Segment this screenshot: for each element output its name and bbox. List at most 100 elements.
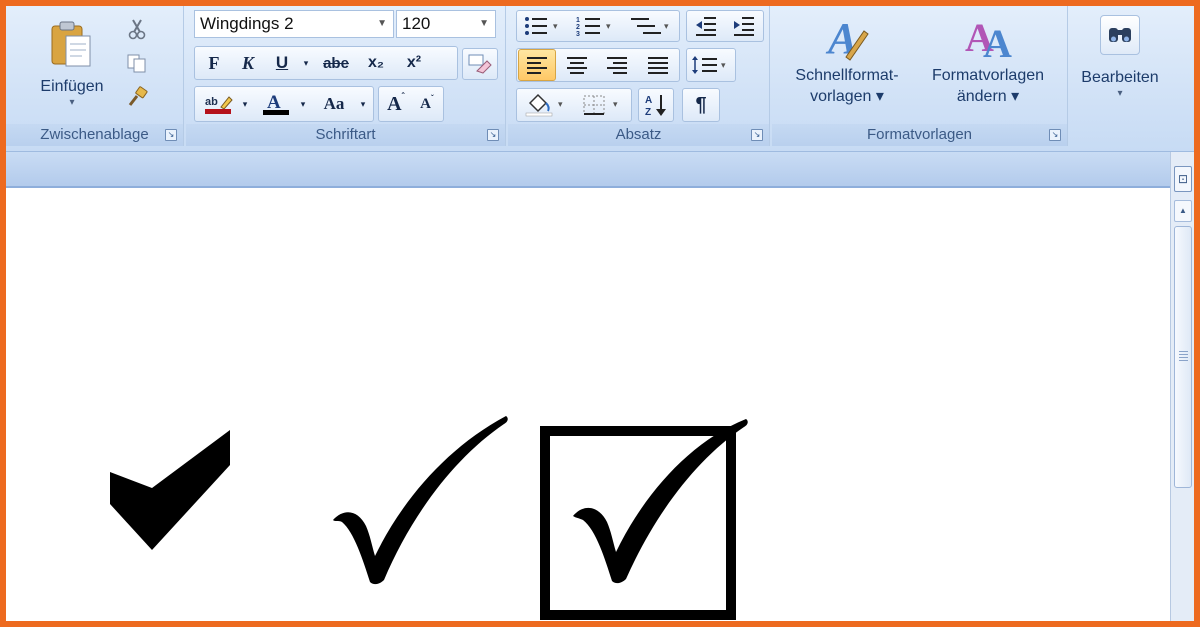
cut-button[interactable] — [120, 14, 154, 44]
paste-button[interactable]: Einfügen ▾ — [24, 10, 120, 116]
font-group: Wingdings 2 ▼ 120 ▼ F K U ▾ abe x₂ x² ab… — [186, 6, 506, 146]
align-left-icon — [527, 57, 547, 74]
grip-line — [1179, 354, 1188, 355]
highlighter-icon: ab — [205, 96, 233, 114]
change-styles-label-line2: ändern ▾ — [956, 88, 1020, 105]
decrease-indent-button[interactable] — [688, 11, 724, 41]
grip-line — [1179, 360, 1188, 361]
shading-button[interactable]: ▾ — [518, 89, 574, 121]
subscript-button[interactable]: x₂ — [358, 48, 394, 78]
font-name-dropdown-icon[interactable]: ▼ — [377, 11, 387, 37]
svg-text:1: 1 — [576, 17, 580, 24]
scroll-thumb[interactable] — [1174, 226, 1192, 488]
font-size-dropdown-icon[interactable]: ▼ — [479, 11, 489, 37]
italic-button[interactable]: K — [232, 48, 264, 78]
font-size-value: 120 — [402, 14, 431, 33]
underline-button[interactable]: U — [266, 48, 298, 78]
clear-formatting-button[interactable] — [462, 48, 498, 80]
clipboard-group-label: Zwischenablage — [6, 124, 183, 146]
borders-button[interactable]: ▾ — [576, 89, 630, 121]
paragraph-group-label: Absatz — [508, 124, 769, 146]
change-styles-icon: A A — [965, 15, 1012, 65]
line-spacing-button[interactable]: ▾ — [686, 48, 736, 82]
svg-text:▾: ▾ — [613, 99, 618, 109]
align-right-button[interactable] — [598, 49, 636, 81]
svg-text:2: 2 — [576, 24, 580, 31]
sort-az-icon: A Z — [645, 95, 666, 118]
editing-label: Bearbeiten — [1081, 69, 1159, 86]
paint-bucket-icon: ▾ — [525, 93, 563, 117]
scroll-up-icon[interactable]: ▲ — [1174, 200, 1192, 222]
font-color-button[interactable]: A — [256, 88, 296, 120]
editing-button[interactable]: Bearbeiten ▾ — [1074, 10, 1166, 122]
bullet-list-icon: ▾ — [525, 17, 558, 35]
styles-launcher-icon[interactable]: ↘ — [1049, 129, 1061, 141]
show-formatting-button[interactable]: ¶ — [682, 88, 720, 122]
copy-button[interactable] — [120, 48, 154, 78]
borders-icon: ▾ — [583, 95, 618, 115]
grip-line — [1179, 357, 1188, 358]
grow-font-button[interactable]: Aˆ — [380, 88, 412, 120]
styles-group-label: Formatvorlagen — [772, 124, 1067, 146]
svg-text:ab: ab — [205, 96, 218, 108]
font-color-icon: A — [263, 92, 289, 115]
font-size-combo[interactable]: 120 ▼ — [396, 10, 496, 38]
paste-label: Einfügen — [40, 78, 104, 95]
svg-text:▾: ▾ — [664, 21, 669, 31]
quick-styles-label-line2: vorlagen ▾ — [810, 88, 884, 105]
paste-icon — [51, 21, 91, 67]
clipboard-launcher-icon[interactable]: ↘ — [165, 129, 177, 141]
underline-dropdown-icon[interactable]: ▾ — [298, 48, 314, 78]
font-name-value: Wingdings 2 — [200, 14, 294, 33]
change-styles-button[interactable]: A A Formatvorlagen ändern ▾ — [916, 10, 1060, 122]
clear-formatting-icon — [468, 54, 492, 74]
numbered-list-icon: 1 2 3 ▾ — [576, 17, 611, 37]
font-name-combo[interactable]: Wingdings 2 ▼ — [194, 10, 394, 38]
sort-button[interactable]: A Z — [638, 88, 674, 122]
multilevel-list-icon: ▾ — [631, 18, 669, 34]
paintbrush-icon — [128, 86, 148, 106]
check-mark-icon — [333, 416, 508, 585]
svg-text:▾: ▾ — [606, 21, 611, 31]
font-color-dropdown-icon[interactable]: ▾ — [296, 88, 310, 120]
increase-indent-icon — [734, 17, 754, 36]
shrink-font-button[interactable]: Aˇ — [412, 88, 442, 120]
highlight-dropdown-icon[interactable]: ▾ — [238, 88, 252, 120]
editing-dropdown-icon: ▾ — [1117, 88, 1123, 99]
editing-group: Bearbeiten ▾ — [1070, 6, 1170, 146]
vertical-scrollbar[interactable]: ⊡ ▲ — [1170, 152, 1194, 621]
checked-box-icon — [540, 419, 748, 620]
view-ruler-icon[interactable]: ⊡ — [1174, 166, 1192, 192]
scissors-icon — [128, 19, 146, 40]
bullets-button[interactable]: ▾ — [518, 11, 568, 41]
word-window: Einfügen ▾ Zwischenablage ↘ Wingdings 2 … — [6, 6, 1194, 621]
change-case-dropdown-icon[interactable]: ▾ — [356, 88, 370, 120]
quick-styles-button[interactable]: A Schnellformat- vorlagen ▾ — [780, 10, 914, 122]
justify-button[interactable] — [638, 49, 678, 81]
svg-text:A: A — [267, 92, 281, 113]
decrease-indent-icon — [696, 17, 716, 36]
highlight-button[interactable]: ab — [198, 88, 238, 120]
justify-icon — [648, 57, 668, 74]
clipboard-group: Einfügen ▾ Zwischenablage ↘ — [6, 6, 184, 146]
svg-text:A: A — [645, 95, 652, 106]
align-left-button[interactable] — [518, 49, 556, 81]
multilevel-list-button[interactable]: ▾ — [624, 11, 678, 41]
grip-line — [1179, 351, 1188, 352]
paragraph-launcher-icon[interactable]: ↘ — [751, 129, 763, 141]
svg-text:▾: ▾ — [721, 60, 726, 70]
font-launcher-icon[interactable]: ↘ — [487, 129, 499, 141]
document-page[interactable] — [6, 190, 1170, 621]
superscript-button[interactable]: x² — [396, 48, 432, 78]
change-case-button[interactable]: Aa — [312, 88, 356, 120]
bold-button[interactable]: F — [198, 48, 230, 78]
increase-indent-button[interactable] — [726, 11, 762, 41]
font-group-label: Schriftart — [186, 124, 505, 146]
change-styles-label-line1: Formatvorlagen — [931, 67, 1045, 84]
format-painter-button[interactable] — [120, 82, 154, 112]
caret-down-icon: ˇ — [430, 93, 434, 103]
paste-dropdown-icon: ▾ — [69, 97, 75, 108]
numbering-button[interactable]: 1 2 3 ▾ — [570, 11, 622, 41]
strikethrough-button[interactable]: abe — [316, 48, 356, 78]
align-center-button[interactable] — [558, 49, 596, 81]
